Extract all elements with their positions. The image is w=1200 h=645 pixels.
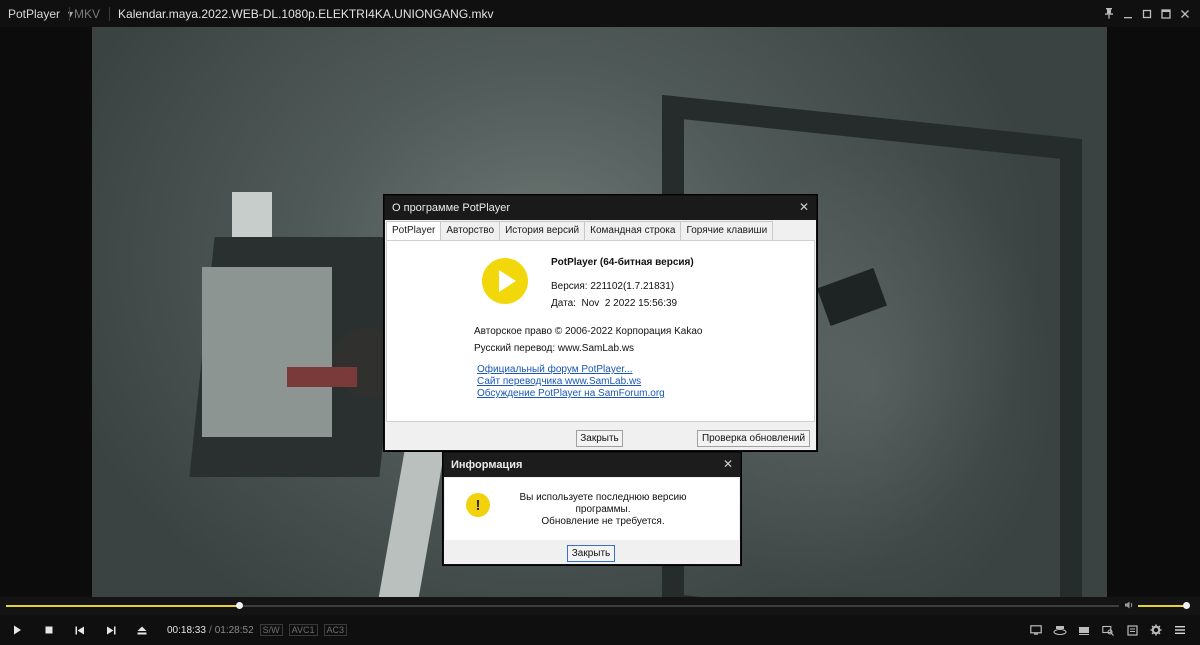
file-title: Kalendar.maya.2022.WEB-DL.1080p.ELEKTRI4… <box>118 6 494 21</box>
brand-label: PotPlayer <box>8 6 61 21</box>
date-text: Дата: Nov 2 2022 15:56:39 <box>551 298 678 309</box>
title-bar: PotPlayer ▼ MKV Kalendar.maya.2022.WEB-D… <box>0 0 1200 27</box>
previous-icon[interactable] <box>64 615 95 645</box>
video-content <box>287 367 357 387</box>
close-icon[interactable]: ✕ <box>723 458 733 470</box>
maximize-icon[interactable] <box>1156 0 1175 27</box>
translator-site-link[interactable]: Сайт переводчика www.SamLab.ws <box>477 376 641 387</box>
forum-link[interactable]: Официальный форум PotPlayer... <box>477 364 633 375</box>
copyright-text: Авторское право © 2006-2022 Корпорация K… <box>474 326 703 337</box>
volume-icon[interactable] <box>1124 600 1134 613</box>
menu-icon[interactable] <box>1168 615 1192 645</box>
screen-icon[interactable] <box>1024 615 1048 645</box>
total-time: 01:28:52 <box>214 624 254 636</box>
pin-icon[interactable] <box>1099 0 1118 27</box>
right-controls <box>1024 615 1192 645</box>
subtitle-search-icon[interactable] <box>1096 615 1120 645</box>
product-name: PotPlayer (64-битная версия) <box>551 257 694 268</box>
settings-gear-icon[interactable] <box>1144 615 1168 645</box>
video-content <box>378 447 446 597</box>
potplayer-logo-icon <box>482 258 528 304</box>
about-dialog-title: О программе PotPlayer <box>392 202 511 214</box>
about-dialog-titlebar: О программе PotPlayer ✕ <box>385 196 816 220</box>
seek-bar[interactable] <box>6 602 1119 609</box>
translation-text: Русский перевод: www.SamLab.ws <box>474 343 635 354</box>
volume-level <box>1138 605 1186 607</box>
seek-handle[interactable] <box>235 602 243 609</box>
check-updates-button[interactable]: Проверка обновлений <box>697 430 810 447</box>
info-content: ! Вы используете последнюю версию програ… <box>445 478 739 540</box>
about-content: PotPlayer (64-битная версия) Версия: 221… <box>386 240 815 422</box>
tab-potplayer[interactable]: PotPlayer <box>386 221 442 241</box>
samforum-link[interactable]: Обсуждение PotPlayer на SamForum.org <box>477 388 665 399</box>
version-text: Версия: 221102(1.7.21831) <box>551 281 675 292</box>
volume-slider[interactable] <box>1138 602 1190 609</box>
about-tabs: PotPlayer Авторство История версий Коман… <box>386 221 774 241</box>
format-label: MKV <box>74 6 101 21</box>
tab-command-line[interactable]: Командная строка <box>584 221 682 240</box>
minimize-icon[interactable] <box>1118 0 1137 27</box>
info-dialog-titlebar: Информация ✕ <box>444 453 740 477</box>
info-message-line2: Обновление не требуется. <box>541 516 665 527</box>
decoder-badge[interactable]: S/W <box>259 624 283 636</box>
audio-codec-badge[interactable]: AC3 <box>323 624 348 636</box>
window-controls <box>1099 0 1194 27</box>
tab-authorship[interactable]: Авторство <box>440 221 501 240</box>
brand-menu-button[interactable]: PotPlayer ▼ <box>0 0 75 27</box>
volume-handle[interactable] <box>1183 602 1190 609</box>
close-button[interactable]: Закрыть <box>576 430 623 447</box>
close-icon[interactable] <box>1175 0 1194 27</box>
3d-icon[interactable] <box>1072 615 1096 645</box>
next-icon[interactable] <box>95 615 126 645</box>
seek-bar-area <box>0 597 1200 615</box>
eject-icon[interactable] <box>126 615 157 645</box>
play-icon[interactable] <box>2 615 33 645</box>
tab-hotkeys[interactable]: Горячие клавиши <box>680 221 774 240</box>
vr-360-icon[interactable] <box>1048 615 1072 645</box>
warning-icon: ! <box>466 493 490 517</box>
about-dialog: О программе PotPlayer ✕ PotPlayer Авторс… <box>384 195 817 451</box>
video-content <box>202 267 332 437</box>
control-bar: 00:18:33 / 01:28:52 S/W AVC1 AC3 <box>0 615 1200 645</box>
potplayer-window: PotPlayer ▼ MKV Kalendar.maya.2022.WEB-D… <box>0 0 1200 645</box>
info-message-line1: Вы используете последнюю версию программ… <box>519 492 687 515</box>
seek-progress <box>6 605 239 607</box>
time-separator: / <box>208 624 212 636</box>
tab-version-history[interactable]: История версий <box>499 221 586 240</box>
video-codec-badge[interactable]: AVC1 <box>288 624 318 636</box>
current-time: 00:18:33 <box>167 624 206 636</box>
info-dialog: Информация ✕ ! Вы используете последнюю … <box>443 452 741 565</box>
info-dialog-title: Информация <box>451 459 523 471</box>
playlist-icon[interactable] <box>1120 615 1144 645</box>
info-message: Вы используете последнюю версию программ… <box>500 492 706 528</box>
stop-icon[interactable] <box>33 615 64 645</box>
close-icon[interactable]: ✕ <box>799 201 809 213</box>
info-close-button[interactable]: Закрыть <box>567 545 615 562</box>
restore-icon[interactable] <box>1137 0 1156 27</box>
